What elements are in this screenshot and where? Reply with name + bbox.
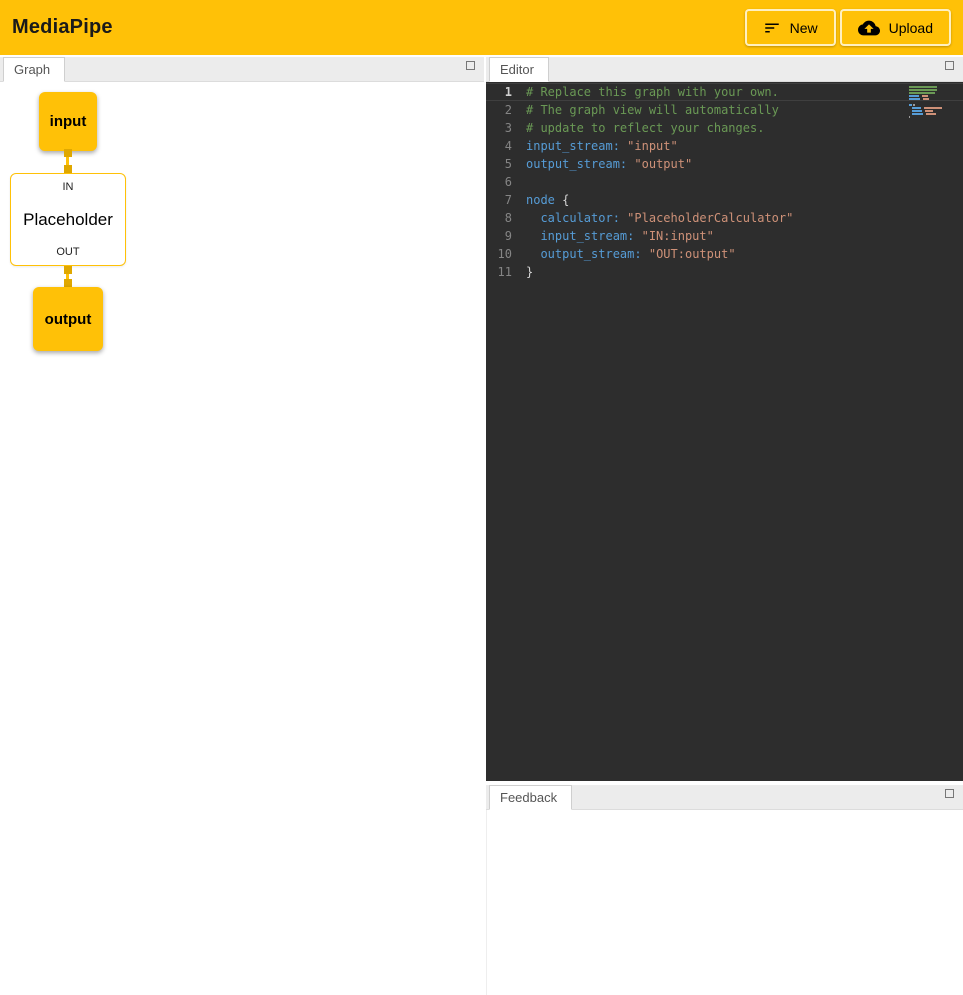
feedback-content[interactable] (486, 810, 963, 995)
line-number: 7 (486, 191, 526, 209)
line-content: node { (526, 191, 569, 209)
line-number: 3 (486, 119, 526, 137)
code-line[interactable]: 10 output_stream: "OUT:output" (486, 245, 963, 263)
code-line[interactable]: 6 (486, 173, 963, 191)
graph-port-output-in[interactable] (64, 279, 72, 287)
line-number: 8 (486, 209, 526, 227)
sort-lines-icon (763, 19, 781, 37)
line-number: 6 (486, 173, 526, 191)
code-line[interactable]: 7node { (486, 191, 963, 209)
tab-feedback[interactable]: Feedback (489, 785, 572, 810)
code-line[interactable]: 3# update to reflect your changes. (486, 119, 963, 137)
code-line[interactable]: 4input_stream: "input" (486, 137, 963, 155)
code-line[interactable]: 1# Replace this graph with your own. (486, 83, 963, 101)
line-content: input_stream: "input" (526, 137, 678, 155)
feedback-maximize-icon[interactable] (945, 789, 954, 798)
app-header: MediaPipe New Upload (0, 0, 963, 55)
upload-button[interactable]: Upload (840, 9, 951, 46)
graph-node-placeholder-label: Placeholder (23, 210, 113, 230)
code-line[interactable]: 2# The graph view will automatically (486, 101, 963, 119)
graph-node-output[interactable]: output (33, 287, 103, 351)
line-content: } (526, 263, 533, 281)
editor-panel-header: Editor (486, 55, 963, 82)
line-number: 10 (486, 245, 526, 263)
graph-node-output-label: output (45, 311, 92, 328)
line-number: 5 (486, 155, 526, 173)
header-actions: New Upload (745, 9, 951, 46)
line-number: 4 (486, 137, 526, 155)
placeholder-out-port-label: OUT (56, 246, 79, 258)
line-content: # Replace this graph with your own. (526, 83, 779, 101)
placeholder-in-port-label: IN (63, 181, 74, 193)
line-content: output_stream: "OUT:output" (526, 245, 736, 263)
graph-node-input-label: input (50, 113, 87, 130)
app-title: MediaPipe (12, 16, 113, 39)
graph-node-placeholder[interactable]: IN Placeholder OUT (10, 173, 126, 266)
line-number: 11 (486, 263, 526, 281)
graph-port-input-out[interactable] (64, 149, 72, 157)
tab-graph[interactable]: Graph (3, 57, 65, 82)
editor-minimap[interactable] (909, 86, 951, 119)
upload-button-label: Upload (889, 20, 933, 36)
code-line[interactable]: 5output_stream: "output" (486, 155, 963, 173)
line-content: # update to reflect your changes. (526, 119, 764, 137)
code-line[interactable]: 11} (486, 263, 963, 281)
cloud-upload-icon (858, 17, 880, 39)
code-line[interactable]: 9 input_stream: "IN:input" (486, 227, 963, 245)
line-number: 2 (486, 101, 526, 119)
graph-node-input[interactable]: input (39, 92, 97, 151)
editor-panel: Editor 1# Replace this graph with your o… (486, 55, 963, 781)
line-content: # The graph view will automatically (526, 101, 779, 119)
line-content: calculator: "PlaceholderCalculator" (526, 209, 793, 227)
code-lines: 1# Replace this graph with your own.2# T… (486, 83, 963, 281)
graph-panel: Graph input IN Placeholder OUT output (0, 55, 484, 995)
new-button[interactable]: New (745, 9, 836, 46)
graph-port-placeholder-in[interactable] (64, 165, 72, 173)
graph-maximize-icon[interactable] (466, 61, 475, 70)
code-editor[interactable]: 1# Replace this graph with your own.2# T… (486, 82, 963, 781)
graph-port-placeholder-out[interactable] (64, 266, 72, 274)
graph-canvas[interactable]: input IN Placeholder OUT output (0, 82, 484, 995)
editor-maximize-icon[interactable] (945, 61, 954, 70)
main-layout: Graph input IN Placeholder OUT output (0, 55, 963, 995)
new-button-label: New (790, 20, 818, 36)
graph-panel-header: Graph (0, 55, 484, 82)
line-number: 9 (486, 227, 526, 245)
tab-editor[interactable]: Editor (489, 57, 549, 82)
feedback-panel: Feedback (486, 783, 963, 995)
line-content: output_stream: "output" (526, 155, 692, 173)
right-column: Editor 1# Replace this graph with your o… (486, 55, 963, 995)
code-line[interactable]: 8 calculator: "PlaceholderCalculator" (486, 209, 963, 227)
feedback-panel-header: Feedback (486, 783, 963, 810)
line-content: input_stream: "IN:input" (526, 227, 714, 245)
line-number: 1 (486, 83, 526, 101)
